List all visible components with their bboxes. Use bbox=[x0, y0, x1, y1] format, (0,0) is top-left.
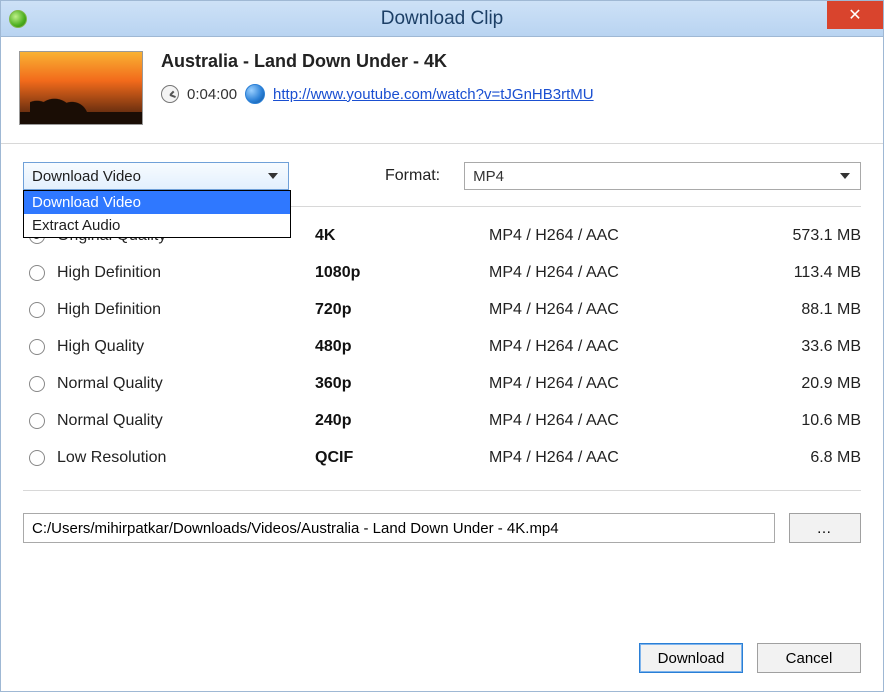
action-dropdown[interactable]: Download Video Download Video Extract Au… bbox=[23, 162, 289, 190]
radio-button[interactable] bbox=[29, 376, 45, 392]
resolution-label: 480p bbox=[315, 338, 489, 356]
quality-option-row[interactable]: High Quality 480p MP4 / H264 / AAC 33.6 … bbox=[23, 328, 861, 365]
quality-option-row[interactable]: High Definition 720p MP4 / H264 / AAC 88… bbox=[23, 291, 861, 328]
save-path-row: … bbox=[23, 491, 861, 553]
quality-option-row[interactable]: Normal Quality 360p MP4 / H264 / AAC 20.… bbox=[23, 365, 861, 402]
codec-label: MP4 / H264 / AAC bbox=[489, 264, 757, 282]
chevron-down-icon bbox=[268, 173, 278, 179]
size-label: 33.6 MB bbox=[757, 338, 861, 356]
save-path-input[interactable] bbox=[23, 513, 775, 543]
close-button[interactable]: ✕ bbox=[827, 1, 883, 29]
size-label: 573.1 MB bbox=[757, 227, 861, 245]
codec-label: MP4 / H264 / AAC bbox=[489, 449, 757, 467]
quality-option-row[interactable]: Low Resolution QCIF MP4 / H264 / AAC 6.8… bbox=[23, 439, 861, 476]
browse-button[interactable]: … bbox=[789, 513, 861, 543]
quality-label: High Definition bbox=[57, 264, 315, 282]
video-duration: 0:04:00 bbox=[187, 86, 237, 103]
titlebar: Download Clip ✕ bbox=[1, 1, 883, 37]
globe-icon bbox=[245, 84, 265, 104]
codec-label: MP4 / H264 / AAC bbox=[489, 412, 757, 430]
quality-label: High Definition bbox=[57, 301, 315, 319]
controls-row: Download Video Download Video Extract Au… bbox=[23, 162, 861, 207]
size-label: 10.6 MB bbox=[757, 412, 861, 430]
video-header: Australia - Land Down Under - 4K 0:04:00… bbox=[1, 37, 883, 144]
quality-label: High Quality bbox=[57, 338, 315, 356]
window-title: Download Clip bbox=[1, 8, 883, 30]
clock-icon bbox=[161, 85, 179, 103]
video-meta: 0:04:00 http://www.youtube.com/watch?v=t… bbox=[161, 84, 594, 104]
codec-label: MP4 / H264 / AAC bbox=[489, 227, 757, 245]
quality-label: Normal Quality bbox=[57, 412, 315, 430]
download-button[interactable]: Download bbox=[639, 643, 743, 673]
video-thumbnail bbox=[19, 51, 143, 125]
format-dropdown-value: MP4 bbox=[473, 168, 504, 185]
radio-button[interactable] bbox=[29, 265, 45, 281]
dialog-footer: Download Cancel bbox=[1, 629, 883, 691]
resolution-label: 720p bbox=[315, 301, 489, 319]
chevron-down-icon bbox=[840, 173, 850, 179]
radio-button[interactable] bbox=[29, 302, 45, 318]
codec-label: MP4 / H264 / AAC bbox=[489, 338, 757, 356]
close-icon: ✕ bbox=[848, 5, 861, 25]
radio-button[interactable] bbox=[29, 413, 45, 429]
dialog-body: Download Video Download Video Extract Au… bbox=[1, 144, 883, 629]
size-label: 20.9 MB bbox=[757, 375, 861, 393]
size-label: 88.1 MB bbox=[757, 301, 861, 319]
radio-button[interactable] bbox=[29, 339, 45, 355]
codec-label: MP4 / H264 / AAC bbox=[489, 301, 757, 319]
quality-options-list: Original Quality 4K MP4 / H264 / AAC 573… bbox=[23, 207, 861, 491]
quality-option-row[interactable]: Normal Quality 240p MP4 / H264 / AAC 10.… bbox=[23, 402, 861, 439]
action-option-extract-audio[interactable]: Extract Audio bbox=[24, 214, 290, 237]
action-dropdown-list: Download Video Extract Audio bbox=[23, 190, 291, 238]
video-url-link[interactable]: http://www.youtube.com/watch?v=tJGnHB3rt… bbox=[273, 86, 594, 103]
resolution-label: 240p bbox=[315, 412, 489, 430]
format-dropdown[interactable]: MP4 bbox=[464, 162, 861, 190]
radio-button[interactable] bbox=[29, 450, 45, 466]
app-icon bbox=[9, 10, 27, 28]
resolution-label: 1080p bbox=[315, 264, 489, 282]
resolution-label: 4K bbox=[315, 227, 489, 245]
video-title: Australia - Land Down Under - 4K bbox=[161, 51, 594, 72]
format-label: Format: bbox=[385, 167, 440, 185]
action-dropdown-value: Download Video bbox=[32, 168, 141, 185]
action-option-download-video[interactable]: Download Video bbox=[24, 191, 290, 214]
resolution-label: QCIF bbox=[315, 449, 489, 467]
size-label: 6.8 MB bbox=[757, 449, 861, 467]
video-info: Australia - Land Down Under - 4K 0:04:00… bbox=[161, 51, 594, 125]
quality-label: Low Resolution bbox=[57, 449, 315, 467]
cancel-button[interactable]: Cancel bbox=[757, 643, 861, 673]
codec-label: MP4 / H264 / AAC bbox=[489, 375, 757, 393]
size-label: 113.4 MB bbox=[757, 264, 861, 282]
download-clip-dialog: Download Clip ✕ Australia - Land Down Un… bbox=[0, 0, 884, 692]
quality-label: Normal Quality bbox=[57, 375, 315, 393]
quality-option-row[interactable]: High Definition 1080p MP4 / H264 / AAC 1… bbox=[23, 254, 861, 291]
resolution-label: 360p bbox=[315, 375, 489, 393]
